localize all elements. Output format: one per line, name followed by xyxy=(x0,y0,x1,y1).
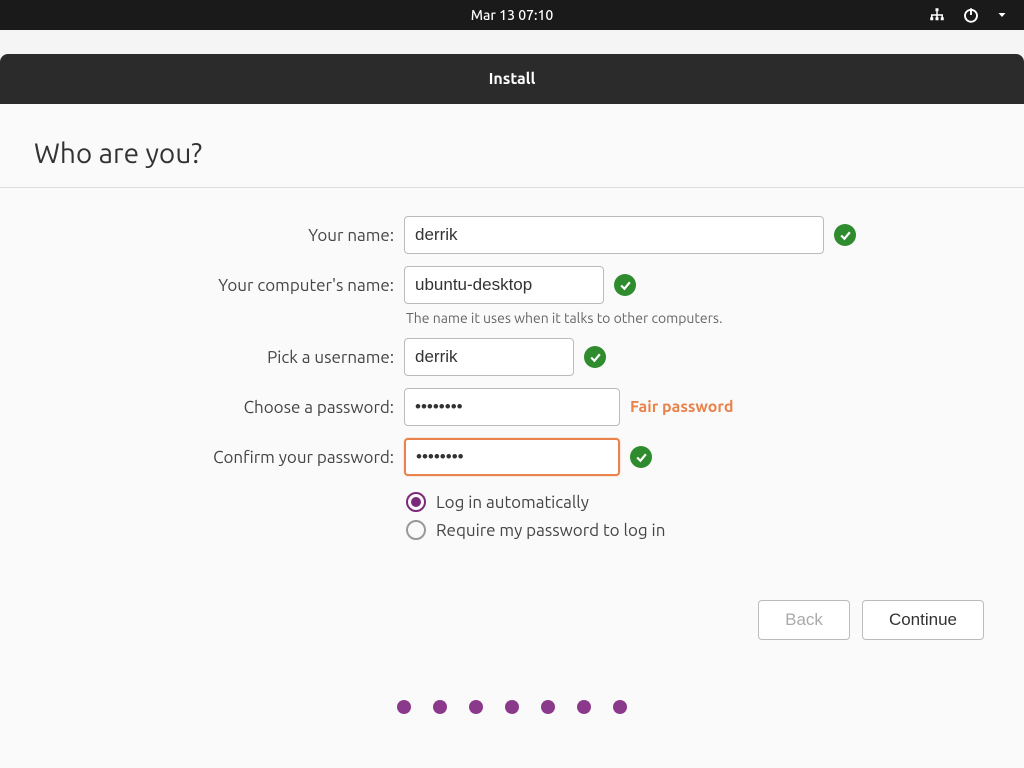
system-indicators xyxy=(928,6,1008,24)
power-icon[interactable] xyxy=(962,6,980,24)
window-title-bar: Install xyxy=(0,54,1024,104)
installer-content: Who are you? Your name: Your computer's … xyxy=(0,104,1024,768)
password-row: Choose a password: Fair password xyxy=(34,388,990,426)
progress-dot xyxy=(469,700,483,714)
computer-hint: The name it uses when it talks to other … xyxy=(406,310,990,326)
radio-icon xyxy=(406,520,426,540)
computer-label: Your computer's name: xyxy=(34,276,394,295)
window-title: Install xyxy=(489,70,536,88)
progress-dot xyxy=(397,700,411,714)
chevron-down-icon[interactable] xyxy=(996,9,1008,21)
computer-input[interactable] xyxy=(404,266,604,304)
password-strength: Fair password xyxy=(630,398,733,416)
top-bar: Mar 13 07:10 xyxy=(0,0,1024,30)
page-title: Who are you? xyxy=(34,138,990,169)
login-auto-option[interactable]: Log in automatically xyxy=(406,492,990,512)
name-label: Your name: xyxy=(34,226,394,245)
computer-row: Your computer's name: xyxy=(34,266,990,304)
confirm-row: Confirm your password: xyxy=(34,438,990,476)
progress-dot xyxy=(577,700,591,714)
username-row: Pick a username: xyxy=(34,338,990,376)
confirm-input[interactable] xyxy=(404,438,620,476)
password-label: Choose a password: xyxy=(34,398,394,417)
user-form: Your name: Your computer's name: The nam… xyxy=(34,216,990,540)
username-label: Pick a username: xyxy=(34,348,394,367)
progress-dot xyxy=(505,700,519,714)
confirm-label: Confirm your password: xyxy=(34,448,394,467)
username-input[interactable] xyxy=(404,338,574,376)
login-option-group: Log in automatically Require my password… xyxy=(406,492,990,540)
radio-icon xyxy=(406,492,426,512)
name-input[interactable] xyxy=(404,216,824,254)
check-icon xyxy=(834,224,856,246)
progress-dot xyxy=(541,700,555,714)
name-row: Your name: xyxy=(34,216,990,254)
continue-button[interactable]: Continue xyxy=(862,600,984,640)
login-auto-label: Log in automatically xyxy=(436,493,589,512)
check-icon xyxy=(614,274,636,296)
progress-dots xyxy=(34,700,990,714)
check-icon xyxy=(584,346,606,368)
login-require-label: Require my password to log in xyxy=(436,521,665,540)
clock: Mar 13 07:10 xyxy=(471,7,554,23)
login-require-option[interactable]: Require my password to log in xyxy=(406,520,990,540)
back-button[interactable]: Back xyxy=(758,600,850,640)
check-icon xyxy=(630,446,652,468)
divider xyxy=(0,187,1024,188)
progress-dot xyxy=(613,700,627,714)
progress-dot xyxy=(433,700,447,714)
network-icon[interactable] xyxy=(928,6,946,24)
nav-buttons: Back Continue xyxy=(34,600,990,640)
password-input[interactable] xyxy=(404,388,620,426)
